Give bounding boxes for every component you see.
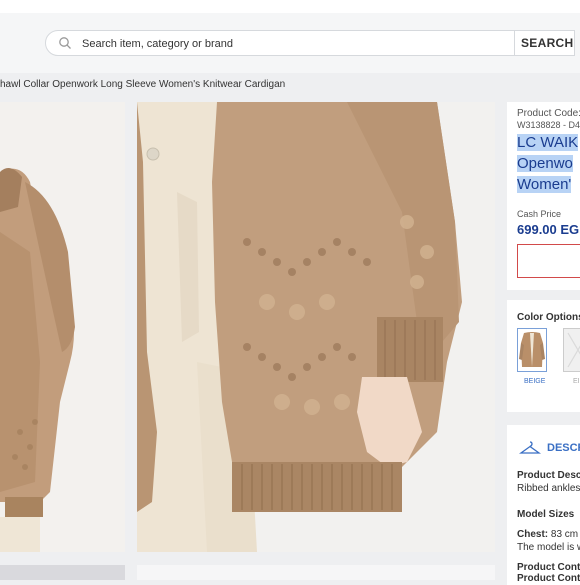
product-title-line: LC WAIK — [517, 134, 579, 151]
chest-label: Chest: — [517, 529, 549, 540]
product-content-label: Product Cont — [517, 562, 580, 573]
search-button[interactable]: SEARCH — [514, 31, 574, 55]
top-bar — [0, 0, 580, 13]
add-to-cart-button[interactable] — [517, 244, 580, 278]
product-code-label: Product Code: — [517, 108, 580, 119]
search-bar: SEARCH — [45, 30, 575, 56]
description-title[interactable]: DESCR — [547, 442, 580, 454]
search-icon — [59, 37, 71, 49]
description-panel: DESCR Product Desc Ribbed ankles Model S… — [507, 425, 580, 585]
model-sizes-label: Model Sizes — [517, 509, 575, 520]
product-content-label: Product Cont — [517, 573, 580, 584]
thumbnail-strip-main — [137, 565, 495, 580]
color-swatch-other[interactable] — [563, 328, 580, 372]
thumbnail-strip-left — [0, 565, 125, 580]
product-title: LC WAIK Openwo Women' — [517, 132, 580, 195]
color-options-title: Color Options — [517, 312, 580, 323]
breadcrumb[interactable]: hawl Collar Openwork Long Sleeve Women's… — [0, 79, 285, 90]
product-image-side[interactable] — [0, 102, 125, 552]
color-options-panel: Color Options BEIGE EI — [507, 300, 580, 412]
product-title-line: Openwo — [517, 155, 573, 172]
product-image-main[interactable] — [137, 102, 495, 552]
color-label-other: EI — [573, 378, 580, 385]
chest-value: 83 cm — [550, 529, 579, 540]
product-description-text: Ribbed ankles — [517, 483, 580, 494]
cardigan-side-illustration — [0, 102, 125, 552]
product-code-value: W3138828 - D4 — [517, 120, 580, 130]
product-description-label: Product Desc — [517, 470, 580, 481]
price: 699.00 EGP — [517, 222, 580, 237]
chest-size: Chest: 83 cm — [517, 529, 578, 540]
cardigan-thumbnail-icon — [518, 329, 546, 371]
color-swatch-beige[interactable] — [517, 328, 547, 372]
cash-price-label: Cash Price — [517, 209, 562, 219]
search-input[interactable] — [80, 34, 524, 54]
product-info-panel: Product Code: W3138828 - D4 LC WAIK Open… — [507, 102, 580, 290]
product-title-line: Women' — [517, 176, 572, 193]
cardigan-thumbnail-icon — [564, 329, 580, 371]
cardigan-main-illustration — [137, 102, 495, 552]
model-note: The model is w — [517, 542, 580, 553]
color-label-beige: BEIGE — [524, 378, 546, 385]
hanger-icon — [519, 441, 541, 454]
